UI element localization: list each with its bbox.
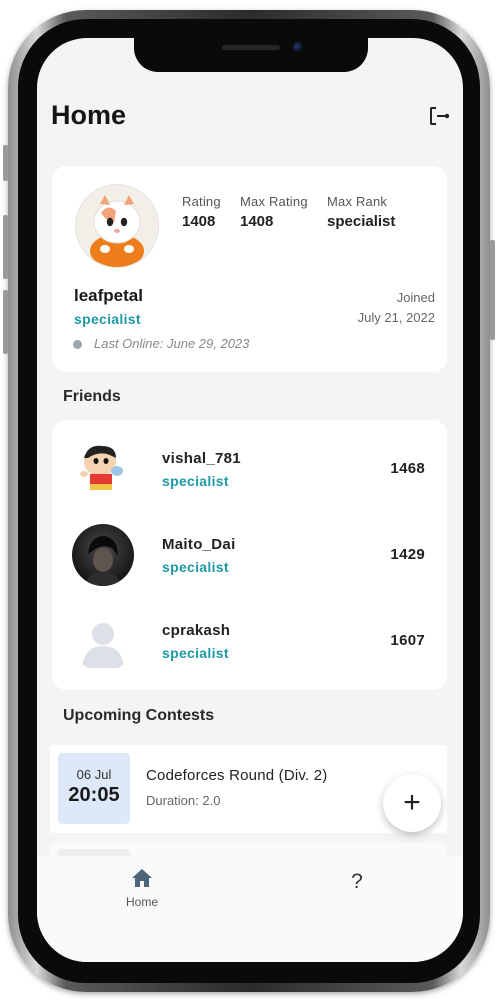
max-rank-stat: Max Rank specialist bbox=[327, 194, 395, 230]
rating-value: 1408 bbox=[182, 213, 216, 230]
last-online-text: Last Online: June 29, 2023 bbox=[94, 336, 250, 351]
page-title: Home bbox=[51, 100, 127, 130]
contest-duration: Duration: 2.0 bbox=[146, 793, 221, 808]
max-rank-label: Max Rank bbox=[327, 194, 388, 209]
friend-item[interactable]: vishal_781 specialist 1468 bbox=[52, 420, 447, 506]
contests-section-title: Upcoming Contests bbox=[63, 707, 215, 724]
friend-name: cprakash bbox=[162, 622, 231, 639]
phone-volume-up-button bbox=[3, 215, 8, 279]
friend-name: vishal_781 bbox=[162, 450, 241, 467]
profile-card: Rating 1408 Max Rating 1408 Max Rank spe… bbox=[52, 166, 447, 372]
friend-rank: specialist bbox=[162, 645, 229, 661]
max-rank-value: specialist bbox=[327, 213, 396, 230]
friend-rating: 1429 bbox=[390, 546, 425, 563]
plus-icon: + bbox=[403, 786, 421, 819]
bottom-nav: Home ? bbox=[37, 856, 463, 962]
default-user-icon bbox=[72, 610, 134, 672]
help-icon[interactable]: ? bbox=[337, 870, 377, 910]
max-rating-label: Max Rating bbox=[240, 194, 308, 209]
contest-time: 20:05 bbox=[68, 784, 120, 806]
rating-stat: Rating 1408 bbox=[182, 194, 221, 230]
friend-rating: 1468 bbox=[390, 460, 425, 477]
phone-volume-down-button bbox=[3, 290, 8, 354]
joined-date: July 21, 2022 bbox=[357, 310, 435, 325]
profile-username: leafpetal bbox=[74, 286, 143, 305]
nav-home[interactable]: Home bbox=[107, 868, 177, 922]
phone-notch bbox=[134, 38, 368, 72]
friend-avatar bbox=[72, 438, 134, 500]
app-screen: Home Rating 1408 Max Rating 1408 Max Ran… bbox=[37, 38, 463, 962]
contest-date: 06 Jul bbox=[76, 767, 112, 782]
home-icon bbox=[132, 869, 152, 887]
friend-item[interactable]: Maito_Dai specialist 1429 bbox=[52, 506, 447, 592]
joined-label: Joined bbox=[396, 290, 435, 305]
contest-date-box: 06 Jul 20:05 bbox=[58, 753, 130, 824]
friends-section-title: Friends bbox=[63, 388, 121, 405]
friend-name: Maito_Dai bbox=[162, 536, 236, 553]
profile-rank: specialist bbox=[74, 311, 141, 327]
friend-rank: specialist bbox=[162, 473, 229, 489]
friend-avatar bbox=[72, 524, 134, 586]
friend-rank: specialist bbox=[162, 559, 229, 575]
front-camera bbox=[293, 42, 303, 52]
phone-power-button bbox=[490, 240, 495, 340]
max-rating-value: 1408 bbox=[240, 213, 274, 230]
add-button[interactable]: + bbox=[383, 774, 441, 832]
contest-name: Codeforces Round (Div. 2) bbox=[146, 767, 328, 784]
speaker-grille bbox=[222, 45, 280, 50]
profile-avatar bbox=[75, 184, 159, 268]
nav-home-label: Home bbox=[125, 895, 158, 909]
friends-list: vishal_781 specialist 1468 Maito_Dai spe… bbox=[52, 420, 447, 690]
max-rating-stat: Max Rating 1408 bbox=[240, 194, 308, 230]
rating-label: Rating bbox=[182, 194, 221, 209]
logout-icon[interactable] bbox=[427, 104, 451, 128]
online-status-dot bbox=[73, 340, 82, 349]
phone-side-button bbox=[3, 145, 8, 181]
friend-rating: 1607 bbox=[390, 632, 425, 649]
friend-item[interactable]: cprakash specialist 1607 bbox=[52, 592, 447, 678]
